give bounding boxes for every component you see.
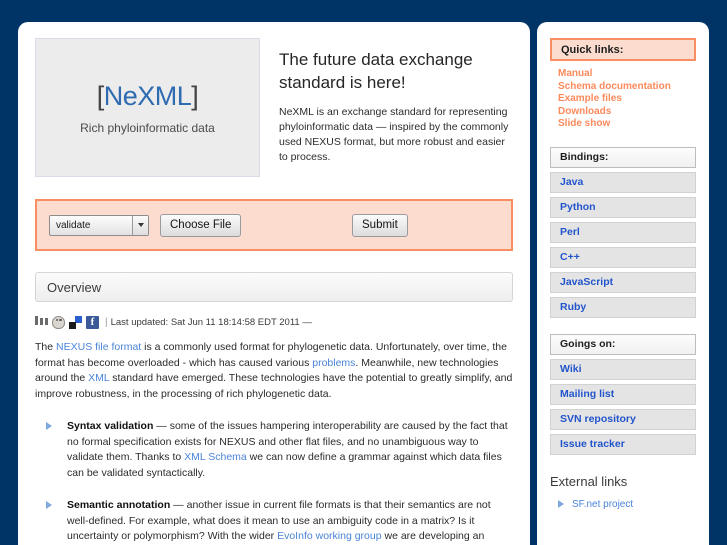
binding-label: Ruby	[560, 301, 587, 313]
main-content-panel: [NeXML] Rich phyloinformatic data The fu…	[18, 22, 530, 545]
feature-title: Semantic annotation	[67, 499, 171, 511]
upload-form-strip: validate Choose File Submit	[35, 199, 513, 251]
goings-on-label: Mailing list	[560, 388, 615, 400]
nexml-logo: [NeXML]	[97, 81, 199, 112]
quick-link-downloads[interactable]: Downloads	[558, 106, 696, 119]
binding-item-python[interactable]: Python	[550, 196, 696, 218]
logo-subtitle: Rich phyloinformatic data	[80, 120, 215, 135]
binding-label: Python	[560, 201, 596, 213]
bindings-title: Bindings:	[560, 151, 609, 163]
binding-label: JavaScript	[560, 276, 614, 288]
quick-link-example-files[interactable]: Example files	[558, 93, 696, 106]
action-select[interactable]: validate	[49, 214, 149, 236]
reddit-icon[interactable]	[52, 315, 65, 329]
external-link-sf-net-project[interactable]: SF.net project	[572, 499, 633, 510]
choose-file-button[interactable]: Choose File	[160, 213, 242, 237]
feature-list: Syntax validation — some of the issues h…	[35, 419, 513, 545]
hero-description: NeXML is an exchange standard for repres…	[279, 106, 509, 163]
quick-link-manual[interactable]: Manual	[558, 68, 696, 81]
meta-row: f | Last updated: Sat Jun 11 18:14:58 ED…	[35, 315, 513, 329]
hero-title: The future data exchange standard is her…	[279, 50, 473, 92]
intro-paragraph: The NEXUS file format is a commonly used…	[35, 340, 513, 402]
hero-text-block: The future data exchange standard is her…	[279, 38, 511, 165]
link-xml-schema[interactable]: XML Schema	[184, 451, 247, 463]
bindings-header: Bindings:	[550, 146, 696, 168]
binding-label: C++	[560, 251, 580, 263]
goings-on-label: Issue tracker	[560, 438, 625, 450]
goings-on-item-wiki[interactable]: Wiki	[550, 358, 696, 380]
binding-item-ruby[interactable]: Ruby	[550, 296, 696, 318]
binding-item-perl[interactable]: Perl	[550, 221, 696, 243]
link-xml[interactable]: XML	[88, 372, 109, 384]
list-item: SF.net project	[558, 498, 696, 511]
logo-bracket-left: [	[96, 80, 105, 111]
link-problems[interactable]: problems	[312, 357, 355, 369]
quick-link-slide-show[interactable]: Slide show	[558, 118, 696, 131]
feature-dash: —	[153, 420, 170, 432]
quick-links-header: Quick links:	[550, 38, 696, 61]
quick-links-list: Manual Schema documentation Example file…	[550, 68, 696, 131]
bullet-arrow-icon	[558, 499, 564, 508]
list-item: Syntax validation — some of the issues h…	[35, 419, 513, 481]
overview-heading-text: Overview	[47, 279, 102, 295]
external-links-title: External links	[550, 473, 628, 489]
link-evoinfo-working-group[interactable]: EvoInfo working group	[277, 530, 381, 542]
logo-word: NeXML	[103, 80, 192, 111]
bullet-arrow-icon	[46, 422, 52, 430]
quick-link-schema-documentation[interactable]: Schema documentation	[558, 81, 696, 94]
logo-bracket-right: ]	[191, 80, 199, 111]
list-item: Semantic annotation — another issue in c…	[35, 498, 513, 545]
goings-on-item-mailing-list[interactable]: Mailing list	[550, 383, 696, 405]
goings-on-header: Goings on:	[550, 333, 696, 355]
goings-on-label: Wiki	[560, 363, 582, 375]
bullet-arrow-icon	[46, 501, 52, 509]
binding-label: Perl	[560, 226, 580, 238]
hero-section: [NeXML] Rich phyloinformatic data The fu…	[35, 38, 513, 177]
action-select-wrapper[interactable]: validate	[49, 214, 149, 236]
overview-heading-bar: Overview	[35, 272, 513, 302]
binding-item-javascript[interactable]: JavaScript	[550, 271, 696, 293]
intro-text-1: The	[35, 341, 57, 353]
binding-label: Java	[560, 176, 584, 188]
link-nexus-file-format[interactable]: NEXUS file format	[56, 341, 141, 353]
feature-title: Syntax validation	[67, 420, 154, 432]
external-links-list: SF.net project	[550, 498, 696, 511]
binding-item-cpp[interactable]: C++	[550, 246, 696, 268]
goings-on-item-issue-tracker[interactable]: Issue tracker	[550, 433, 696, 455]
submit-button[interactable]: Submit	[352, 213, 408, 237]
goings-on-label: SVN repository	[560, 413, 636, 425]
feature-dash: —	[170, 499, 187, 511]
facebook-icon[interactable]: f	[86, 315, 99, 329]
page-root: [NeXML] Rich phyloinformatic data The fu…	[0, 0, 727, 545]
quick-links-title: Quick links:	[561, 43, 624, 56]
digg-icon[interactable]	[35, 315, 48, 329]
delicious-icon[interactable]	[69, 315, 82, 329]
logo-box: [NeXML] Rich phyloinformatic data	[35, 38, 260, 177]
binding-item-java[interactable]: Java	[550, 171, 696, 193]
sidebar-panel: Quick links: Manual Schema documentation…	[537, 22, 709, 545]
meta-separator: |	[105, 316, 108, 328]
goings-on-item-svn-repository[interactable]: SVN repository	[550, 408, 696, 430]
goings-on-title: Goings on:	[560, 338, 616, 350]
feature-text-2: we are developing an	[381, 530, 485, 542]
last-updated-text: Last updated: Sat Jun 11 18:14:58 EDT 20…	[110, 316, 312, 328]
